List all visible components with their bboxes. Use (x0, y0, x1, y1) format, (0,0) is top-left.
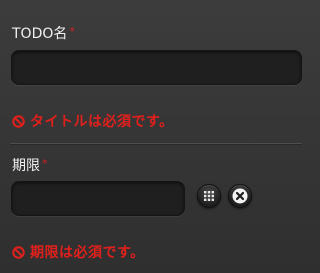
deadline-required-mark: * (42, 157, 48, 170)
calendar-grid-icon (204, 191, 214, 201)
error-prohibited-icon (12, 114, 25, 128)
deadline-input[interactable] (11, 181, 185, 216)
title-error-text: タイトルは必須です。 (30, 114, 174, 130)
clear-date-button[interactable] (228, 184, 252, 208)
date-picker-button[interactable] (197, 184, 221, 208)
field-divider (10, 143, 302, 145)
deadline-error-message: 期限は必須です。 (12, 242, 145, 262)
title-field-label-row: TODO名 * (12, 25, 75, 44)
title-error-message: タイトルは必須です。 (12, 111, 174, 131)
error-prohibited-icon (12, 245, 25, 259)
todo-form: TODO名 * タイトルは必須です。 期限 * 期限は必須です。 (0, 0, 313, 273)
clear-x-icon (232, 188, 248, 204)
title-input[interactable] (11, 50, 302, 85)
title-field-label: TODO名 (12, 26, 68, 42)
deadline-field-label-row: 期限 * (12, 157, 48, 176)
title-required-mark: * (69, 25, 75, 38)
deadline-field-label: 期限 (12, 158, 40, 174)
deadline-error-text: 期限は必須です。 (30, 245, 145, 261)
